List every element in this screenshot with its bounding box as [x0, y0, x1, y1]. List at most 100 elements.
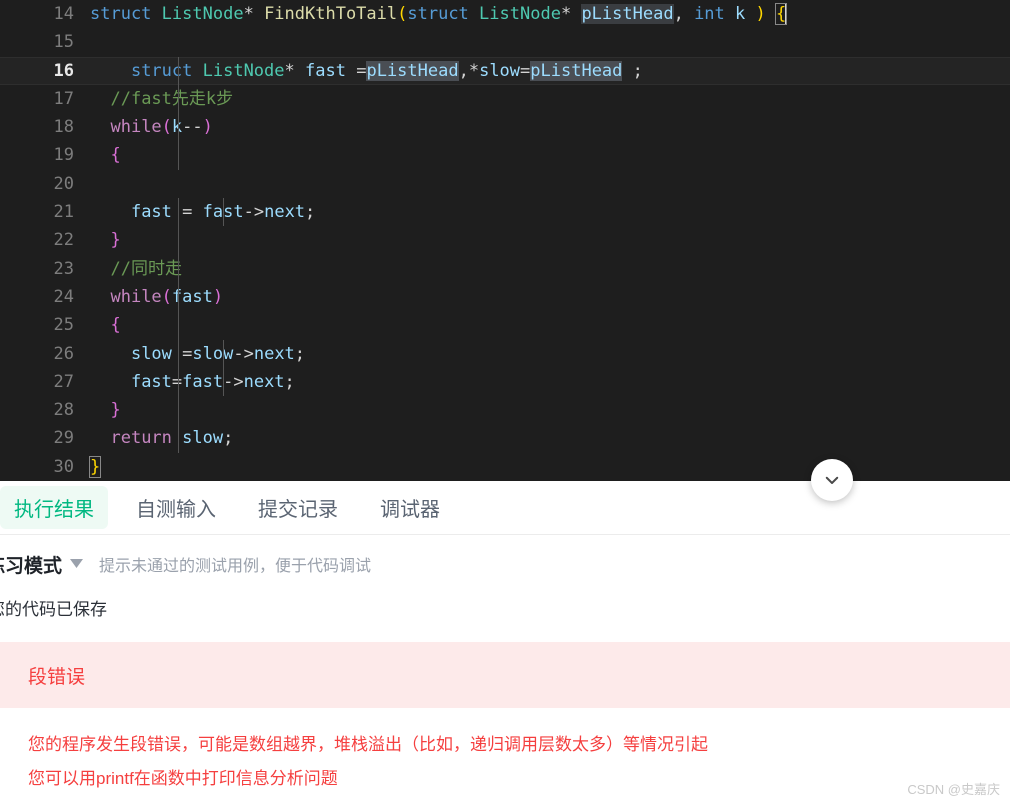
line-number: 25: [53, 315, 74, 336]
code-line[interactable]: 27 fast=fast->next;: [0, 367, 1010, 397]
token-member: next: [264, 202, 306, 223]
indent-guide: [178, 198, 179, 227]
line-number: 23: [53, 258, 74, 279]
line-number: 14: [53, 4, 74, 24]
token-variable: slow: [182, 428, 224, 449]
token-brace: }: [110, 230, 121, 251]
chevron-down-icon: [823, 471, 841, 489]
token-comment: //同时走: [110, 258, 182, 279]
token-type: ListNode: [202, 60, 285, 81]
mode-selector-row: 练习模式 提示未通过的测试用例，便于代码调试: [0, 543, 1010, 585]
code-line[interactable]: 24 while(fast): [0, 282, 1010, 312]
token-variable-highlight: pListHead: [366, 60, 459, 81]
token-paren: ): [755, 4, 766, 24]
token-keyword-control: while: [110, 286, 162, 307]
token-keyword: int: [694, 4, 725, 24]
indent-guide: [178, 311, 179, 340]
mode-label[interactable]: 练习模式: [0, 551, 62, 578]
line-number: 15: [53, 32, 74, 53]
line-number: 30: [53, 456, 74, 477]
code-line-active[interactable]: 16 struct ListNode* fast =pListHead,*slo…: [0, 56, 1010, 85]
panel-tab-bar: 执行结果 自测输入 提交记录 调试器: [0, 481, 1010, 535]
token-comment: //fast先走k步: [110, 88, 234, 109]
code-line[interactable]: 18 while(k--): [0, 113, 1010, 142]
tab-execution-result[interactable]: 执行结果: [0, 486, 108, 529]
code-content[interactable]: while(k--): [82, 113, 1010, 142]
token-variable: k: [735, 4, 746, 24]
indent-guide: [178, 254, 179, 283]
token-paren: (: [397, 4, 408, 24]
caret-down-icon[interactable]: [70, 555, 84, 573]
token-variable: fast: [182, 371, 224, 392]
code-line[interactable]: 22 }: [0, 226, 1010, 255]
token-punct: =: [356, 60, 367, 81]
code-saved-status: 您的代码已保存: [0, 600, 107, 619]
token-paren: ): [202, 117, 213, 138]
code-content[interactable]: }: [82, 453, 1010, 481]
code-content[interactable]: {: [82, 311, 1010, 340]
token-punct: ->: [233, 343, 254, 364]
token-punct: ;: [284, 371, 295, 392]
indent-guide: [178, 282, 179, 312]
code-content[interactable]: while(fast): [82, 282, 1010, 312]
token-brace: {: [110, 145, 121, 166]
token-punct: ,: [673, 4, 684, 24]
code-content[interactable]: //fast先走k步: [82, 84, 1010, 114]
code-content[interactable]: return slow;: [82, 424, 1010, 453]
code-content[interactable]: fast = fast->next;: [82, 198, 1010, 227]
code-content[interactable]: struct ListNode* fast =pListHead,*slow=p…: [82, 56, 1010, 85]
indent-guide: [178, 396, 179, 425]
code-line[interactable]: 19 {: [0, 141, 1010, 170]
code-line[interactable]: 17 //fast先走k步: [0, 84, 1010, 114]
watermark: CSDN @史嘉庆: [907, 782, 1000, 797]
token-variable: fast: [130, 202, 172, 223]
code-line[interactable]: 30 }: [0, 453, 1010, 481]
error-detail: 您的程序发生段错误，可能是数组越界，堆栈溢出（比如，递归调用层数太多）等情况引起…: [0, 708, 1010, 796]
token-variable: fast: [130, 371, 172, 392]
token-member: next: [243, 371, 285, 392]
line-number: 18: [53, 117, 74, 138]
code-content[interactable]: }: [82, 226, 1010, 255]
code-line[interactable]: 29 return slow;: [0, 424, 1010, 453]
token-punct: *: [560, 4, 572, 24]
code-line[interactable]: 26 slow =slow->next;: [0, 339, 1010, 368]
code-line[interactable]: 23 //同时走: [0, 254, 1010, 283]
error-detail-line: 您可以用printf在函数中打印信息分析问题: [28, 769, 338, 788]
tab-submission-records[interactable]: 提交记录: [244, 486, 352, 529]
indent-guide: [178, 141, 179, 170]
code-line[interactable]: 28 }: [0, 396, 1010, 425]
code-content[interactable]: slow =slow->next;: [82, 339, 1010, 368]
token-punct: ;: [223, 428, 234, 449]
indent-guide: [223, 339, 224, 368]
code-line[interactable]: 14 struct ListNode* FindKthToTail(struct…: [0, 0, 1010, 28]
line-number: 17: [53, 88, 74, 109]
line-number: 24: [53, 286, 74, 307]
code-line[interactable]: 25 {: [0, 311, 1010, 340]
line-number: 27: [53, 371, 74, 392]
token-brace-match: }: [88, 455, 102, 478]
tab-debugger[interactable]: 调试器: [366, 486, 454, 529]
token-punct: *: [243, 4, 254, 24]
code-content[interactable]: {: [82, 141, 1010, 170]
line-number: 19: [53, 145, 74, 166]
tab-self-test-input[interactable]: 自测输入: [122, 486, 230, 529]
token-brace: {: [110, 315, 121, 336]
code-content[interactable]: fast=fast->next;: [82, 367, 1010, 397]
collapse-panel-button[interactable]: [811, 459, 853, 501]
token-punct: =: [520, 60, 531, 81]
indent-guide: [223, 367, 224, 397]
code-content[interactable]: //同时走: [82, 254, 1010, 283]
code-line[interactable]: 15: [0, 28, 1010, 56]
token-paren: (: [161, 286, 172, 307]
token-keyword: struct: [130, 60, 193, 81]
code-content[interactable]: }: [82, 396, 1010, 425]
code-editor[interactable]: 14 struct ListNode* FindKthToTail(struct…: [0, 0, 1010, 481]
code-content[interactable]: struct ListNode* FindKthToTail(struct Li…: [82, 0, 1010, 28]
code-line[interactable]: 21 fast = fast->next;: [0, 198, 1010, 227]
token-punct: ,*: [458, 60, 480, 81]
token-keyword: struct: [90, 4, 152, 24]
token-variable-highlight: pListHead: [581, 4, 674, 24]
line-number: 20: [53, 173, 74, 194]
token-paren: ): [212, 286, 224, 307]
code-line[interactable]: 20: [0, 170, 1010, 198]
